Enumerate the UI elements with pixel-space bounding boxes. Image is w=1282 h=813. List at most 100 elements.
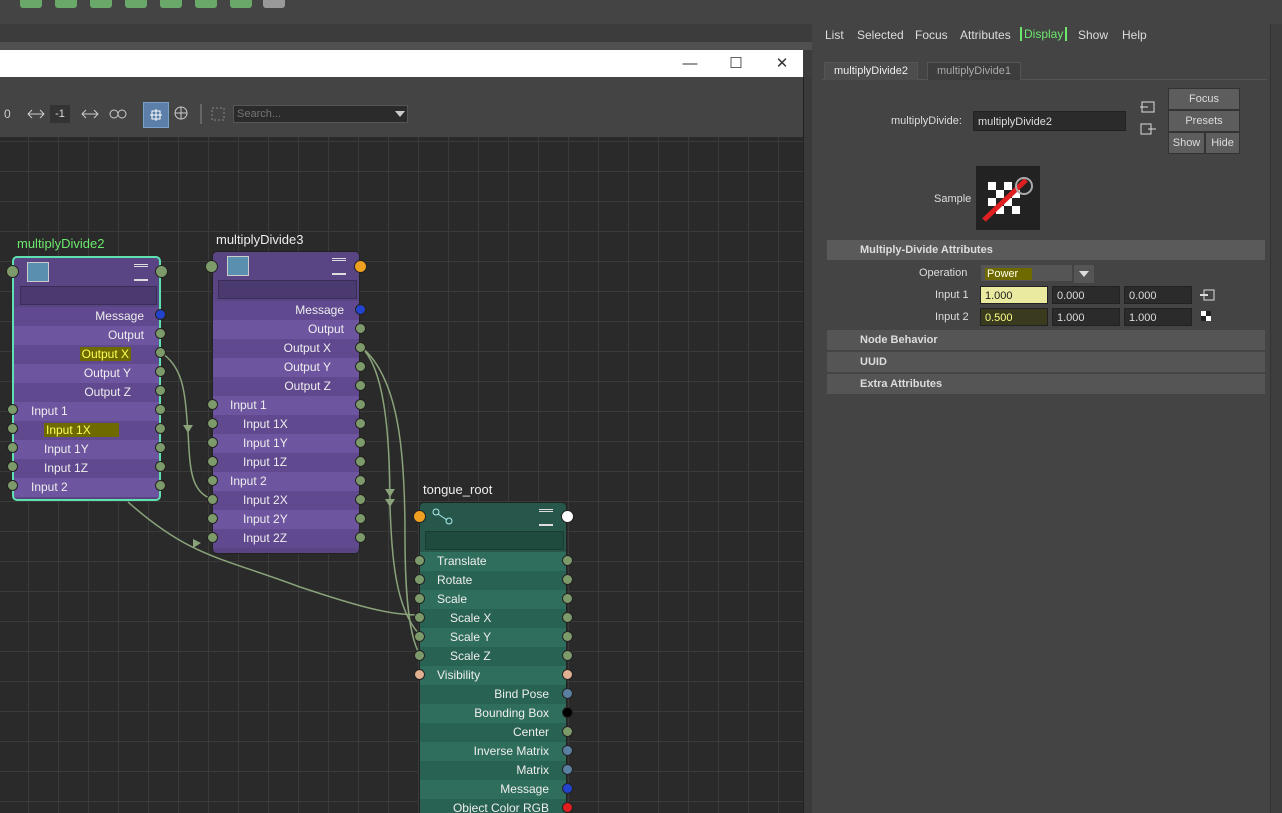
frame-selected-icon[interactable] — [26, 106, 46, 122]
input1y-out-port[interactable] — [355, 437, 366, 448]
port-output[interactable]: Output — [213, 320, 359, 339]
node-search-field[interactable] — [425, 531, 564, 550]
port-visibility[interactable]: Visibility — [420, 666, 566, 685]
port-scale-z[interactable]: Scale Z — [420, 647, 566, 666]
operation-select[interactable]: Power — [980, 264, 1073, 282]
node-output-port[interactable] — [561, 510, 574, 523]
output-port[interactable] — [155, 328, 166, 339]
input2x-out-port[interactable] — [355, 494, 366, 505]
message-port[interactable] — [562, 783, 573, 794]
port-output-x[interactable]: Output X — [14, 345, 159, 364]
shelf-icon[interactable] — [230, 0, 252, 8]
operation-dropdown[interactable] — [1073, 264, 1095, 284]
input2y-in-port[interactable] — [207, 513, 218, 524]
matrix-port[interactable] — [562, 764, 573, 775]
node-input-port[interactable] — [6, 265, 19, 278]
menu-help[interactable]: Help — [1122, 28, 1147, 42]
output-z-port[interactable] — [355, 380, 366, 391]
search-input[interactable] — [233, 105, 408, 123]
menu-icon[interactable] — [134, 264, 148, 281]
expand-icon[interactable] — [80, 106, 100, 122]
menu-selected[interactable]: Selected — [857, 28, 904, 42]
port-input-1z[interactable]: Input 1Z — [14, 459, 159, 478]
connection-icon[interactable] — [1200, 288, 1216, 302]
node-output-port[interactable] — [155, 265, 168, 278]
input2-out-port[interactable] — [355, 475, 366, 486]
port-output-y[interactable]: Output Y — [14, 364, 159, 383]
input1z-out-port[interactable] — [155, 461, 166, 472]
port-message[interactable]: Message — [213, 301, 359, 320]
input1x-out-port[interactable] — [155, 423, 166, 434]
input1-out-port[interactable] — [355, 399, 366, 410]
input1y-out-port[interactable] — [155, 442, 166, 453]
port-message[interactable]: Message — [14, 307, 159, 326]
section-node-behavior[interactable]: Node Behavior — [827, 330, 1265, 350]
input1z-out-port[interactable] — [355, 456, 366, 467]
output-z-port[interactable] — [155, 385, 166, 396]
node-multiplyDivide2[interactable]: Message Output Output X Output Y Output … — [12, 256, 161, 501]
frame-field[interactable]: -1 — [50, 105, 70, 123]
tab-multiplyDivide1[interactable]: multiplyDivide1 — [927, 62, 1021, 80]
scale-out-port[interactable] — [562, 593, 573, 604]
port-object-color-rgb[interactable]: Object Color RGB — [420, 799, 566, 813]
input1x-out-port[interactable] — [355, 418, 366, 429]
section-multiply-divide[interactable]: Multiply-Divide Attributes — [827, 240, 1265, 260]
input1z-in-port[interactable] — [207, 456, 218, 467]
section-extra-attributes[interactable]: Extra Attributes — [827, 374, 1265, 394]
node-graph-canvas[interactable]: multiplyDivide2 Message Output Output X … — [0, 137, 803, 813]
input1-x-field[interactable]: 1.000 — [980, 286, 1048, 304]
object-color-port[interactable] — [562, 802, 573, 813]
input1x-in-port[interactable] — [7, 423, 18, 434]
menu-attributes[interactable]: Attributes — [960, 28, 1011, 42]
scale-z-out-port[interactable] — [562, 650, 573, 661]
port-input2[interactable]: Input 2 — [213, 472, 359, 491]
scale-x-out-port[interactable] — [562, 612, 573, 623]
layout-icon[interactable] — [210, 106, 228, 122]
port-output-x[interactable]: Output X — [213, 339, 359, 358]
input2-in-port[interactable] — [7, 480, 18, 491]
port-rotate[interactable]: Rotate — [420, 571, 566, 590]
port-message[interactable]: Message — [420, 780, 566, 799]
node-input-port[interactable] — [413, 510, 426, 523]
port-input1[interactable]: Input 1 — [14, 402, 159, 421]
shelf-icon[interactable] — [195, 0, 217, 8]
input1-in-port[interactable] — [7, 404, 18, 415]
visibility-out-port[interactable] — [562, 669, 573, 680]
menu-display[interactable]: Display — [1020, 27, 1068, 41]
shelf-icon[interactable] — [90, 0, 112, 8]
input2-out-port[interactable] — [155, 480, 166, 491]
message-port[interactable] — [155, 309, 166, 320]
input2-y-field[interactable]: 1.000 — [1052, 308, 1120, 326]
scale-in-port[interactable] — [414, 593, 425, 604]
node-search-field[interactable] — [218, 280, 357, 299]
scale-y-out-port[interactable] — [562, 631, 573, 642]
port-input-1y[interactable]: Input 1Y — [213, 434, 359, 453]
translate-out-port[interactable] — [562, 555, 573, 566]
input1y-in-port[interactable] — [7, 442, 18, 453]
port-bind-pose[interactable]: Bind Pose — [420, 685, 566, 704]
input1x-in-port[interactable] — [207, 418, 218, 429]
minimize-button[interactable]: — — [670, 50, 710, 77]
input2-x-field[interactable]: 0.500 — [980, 308, 1048, 326]
port-output-z[interactable]: Output Z — [213, 377, 359, 396]
bounding-box-port[interactable] — [562, 707, 573, 718]
node-output-port[interactable] — [354, 260, 367, 273]
maximize-button[interactable]: ☐ — [716, 50, 756, 77]
center-port[interactable] — [562, 726, 573, 737]
port-input-2x[interactable]: Input 2X — [213, 491, 359, 510]
load-output-icon[interactable] — [1140, 123, 1156, 135]
port-input-1y[interactable]: Input 1Y — [14, 440, 159, 459]
rotate-in-port[interactable] — [414, 574, 425, 585]
input1-y-field[interactable]: 0.000 — [1052, 286, 1120, 304]
input1z-in-port[interactable] — [7, 461, 18, 472]
port-input1[interactable]: Input 1 — [213, 396, 359, 415]
input1-z-field[interactable]: 0.000 — [1124, 286, 1192, 304]
menu-show[interactable]: Show — [1078, 28, 1108, 42]
hide-button[interactable]: Hide — [1205, 132, 1240, 154]
output-x-port[interactable] — [355, 342, 366, 353]
port-output-y[interactable]: Output Y — [213, 358, 359, 377]
focus-button[interactable]: Focus — [1168, 88, 1240, 110]
input2-in-port[interactable] — [207, 475, 218, 486]
port-input-1z[interactable]: Input 1Z — [213, 453, 359, 472]
node-tongue-root[interactable]: Translate Rotate Scale Scale X Scale Y S… — [419, 502, 567, 813]
